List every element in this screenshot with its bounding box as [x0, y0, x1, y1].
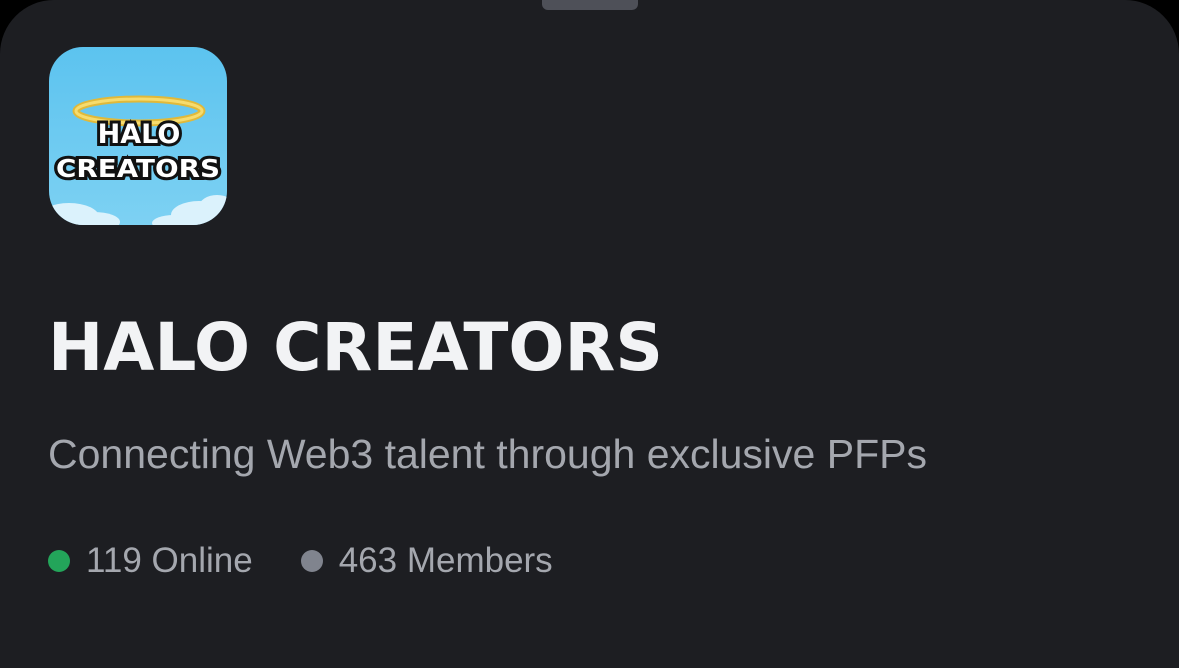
- server-info-sheet: HALO CREATORS HALO CREATORS Connecting W…: [0, 0, 1179, 668]
- icon-text-halo: HALO: [98, 119, 181, 150]
- halo-creators-logo-icon: HALO CREATORS: [49, 47, 227, 225]
- member-status-dot-icon: [300, 550, 323, 572]
- server-icon[interactable]: HALO CREATORS: [49, 47, 227, 225]
- drag-handle[interactable]: [542, 0, 638, 10]
- member-count-label: 463 Members: [338, 541, 553, 580]
- server-description: Connecting Web3 talent through exclusive…: [48, 431, 927, 477]
- online-count: 119 Online: [48, 541, 253, 581]
- server-stats: 119 Online 463 Members: [48, 536, 553, 586]
- online-count-label: 119 Online: [86, 541, 253, 580]
- server-name: HALO CREATORS: [48, 309, 663, 386]
- online-status-dot-icon: [48, 550, 70, 572]
- member-count: 463 Members: [300, 541, 553, 581]
- icon-text-creators: CREATORS: [56, 154, 220, 183]
